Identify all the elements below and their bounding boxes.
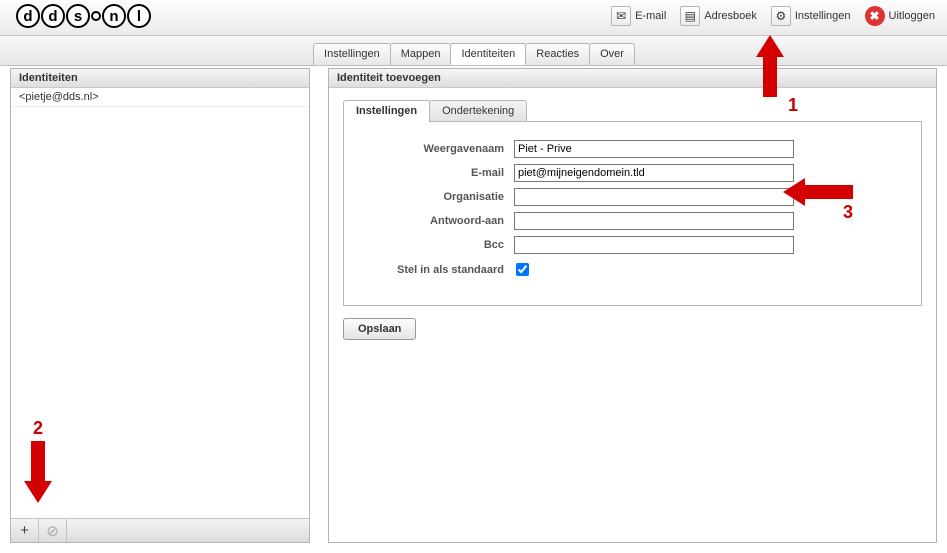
tab-responses[interactable]: Reacties: [525, 43, 590, 65]
nav-email-label: E-mail: [635, 10, 666, 22]
identities-list: <pietje@dds.nl>: [11, 88, 309, 518]
input-replyto[interactable]: [514, 212, 794, 230]
checkbox-setdefault[interactable]: [516, 263, 529, 276]
plus-icon: +: [20, 522, 29, 539]
identity-edit-title: Identiteit toevoegen: [329, 69, 936, 88]
identity-edit-panel: Identiteit toevoegen Instellingen Ondert…: [328, 68, 937, 543]
identity-row[interactable]: <pietje@dds.nl>: [11, 88, 309, 107]
label-replyto: Antwoord-aan: [364, 215, 514, 227]
inner-tab-signature[interactable]: Ondertekening: [429, 100, 527, 121]
logo: d d s n l: [16, 4, 151, 28]
label-email: E-mail: [364, 167, 514, 179]
nav-email[interactable]: ✉ E-mail: [611, 6, 666, 26]
nav-addressbook[interactable]: ▤ Adresboek: [680, 6, 757, 26]
identities-panel: Identiteiten <pietje@dds.nl> + ⊘: [10, 68, 310, 543]
input-displayname[interactable]: [514, 140, 794, 158]
label-bcc: Bcc: [364, 239, 514, 251]
nav-addressbook-label: Adresboek: [704, 10, 757, 22]
tab-folders[interactable]: Mappen: [390, 43, 452, 65]
tab-settings[interactable]: Instellingen: [313, 43, 391, 65]
label-displayname: Weergavenaam: [364, 143, 514, 155]
tab-about[interactable]: Over: [589, 43, 635, 65]
nav-logout-label: Uitloggen: [889, 10, 935, 22]
addressbook-icon: ▤: [680, 6, 700, 26]
label-setdefault: Stel in als standaard: [364, 264, 514, 276]
save-button[interactable]: Opslaan: [343, 318, 416, 340]
disabled-icon: ⊘: [46, 522, 59, 540]
inner-tab-settings[interactable]: Instellingen: [343, 100, 430, 121]
nav-logout[interactable]: ✖ Uitloggen: [865, 6, 935, 26]
label-organisation: Organisatie: [364, 191, 514, 203]
tab-identities[interactable]: Identiteiten: [450, 43, 526, 65]
nav-settings[interactable]: ⚙ Instellingen: [771, 6, 851, 26]
logout-icon: ✖: [865, 6, 885, 26]
settings-icon: ⚙: [771, 6, 791, 26]
input-organisation[interactable]: [514, 188, 794, 206]
input-email[interactable]: [514, 164, 794, 182]
delete-identity-button: ⊘: [39, 519, 67, 542]
identities-toolbar: + ⊘: [11, 518, 309, 542]
mail-icon: ✉: [611, 6, 631, 26]
input-bcc[interactable]: [514, 236, 794, 254]
nav-settings-label: Instellingen: [795, 10, 851, 22]
identities-panel-title: Identiteiten: [11, 69, 309, 88]
add-identity-button[interactable]: +: [11, 519, 39, 542]
